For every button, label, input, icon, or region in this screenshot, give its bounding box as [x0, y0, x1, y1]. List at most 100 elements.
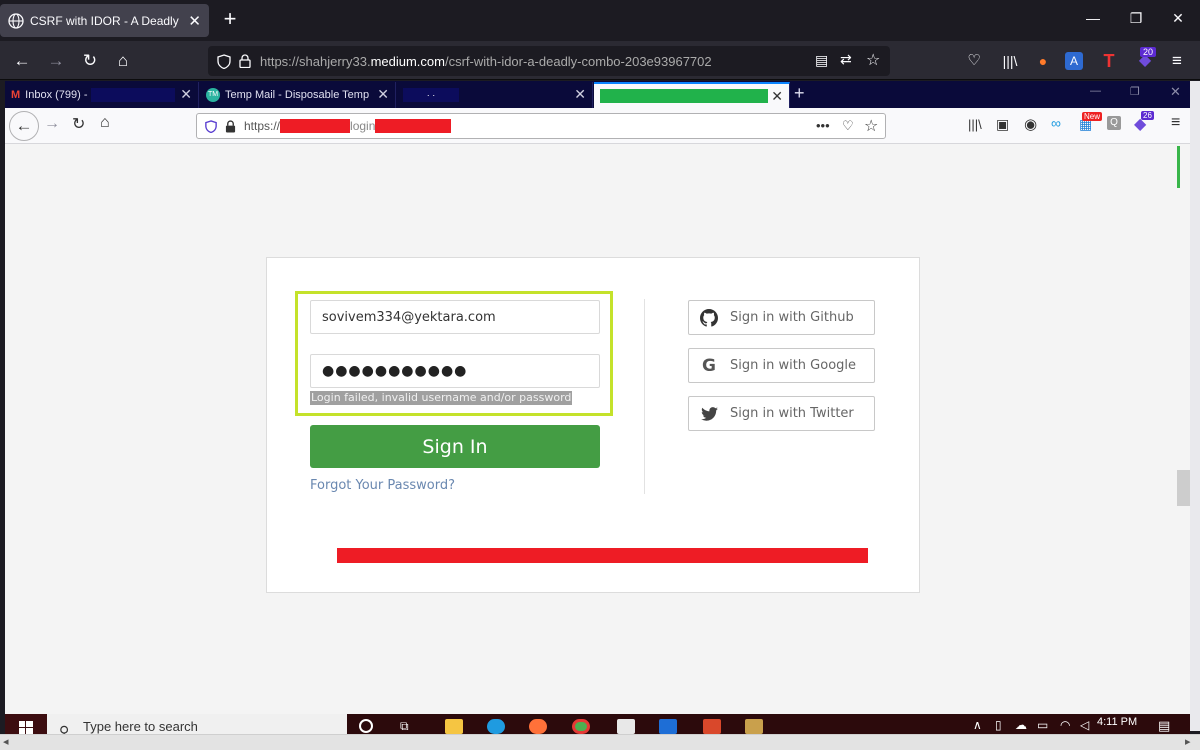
pocket-icon[interactable]: ♡ [963, 50, 985, 72]
tray-chevron-icon[interactable]: ∧ [973, 718, 982, 732]
forward-arrow-icon[interactable]: → [44, 115, 60, 133]
inner-tab-tempmail[interactable]: TM Temp Mail - Disposable Tempo ✕ [200, 82, 396, 108]
more-actions-icon[interactable]: ••• [816, 118, 830, 133]
reload-icon[interactable]: ↻ [79, 50, 101, 72]
close-tab-icon[interactable]: ✕ [771, 88, 783, 105]
mail-icon[interactable] [659, 719, 677, 734]
home-icon[interactable]: ⌂ [100, 114, 110, 132]
forgot-password-link[interactable]: Forgot Your Password? [310, 478, 455, 493]
document-icon[interactable] [617, 719, 635, 734]
restore-icon[interactable]: ❐ [1126, 10, 1146, 27]
close-window-icon[interactable]: ✕ [1168, 10, 1188, 27]
library-icon[interactable]: |||\ [999, 50, 1021, 72]
redacted-block [600, 89, 768, 103]
app-icon[interactable] [703, 719, 721, 734]
inner-nav-bar: ← → ↻ ⌂ https:// login ••• ♡ ☆ |||\ ▣ ◉ … [5, 108, 1190, 144]
shield-icon[interactable] [217, 53, 231, 69]
menu-icon[interactable]: ≡ [1171, 114, 1180, 132]
sign-in-google-button[interactable]: G Sign in with Google [688, 348, 875, 383]
home-icon[interactable]: ⌂ [112, 50, 134, 72]
extension-fox-icon[interactable]: ● [1032, 50, 1054, 72]
taskbar-clock[interactable]: 4:11 PM [1097, 716, 1137, 728]
back-arrow-icon[interactable]: ← [9, 111, 39, 141]
translate-extension-icon[interactable]: A [1065, 52, 1083, 70]
outer-tab-title: CSRF with IDOR - A Deadly Combo [30, 13, 182, 28]
login-error-message: Login failed, invalid username and/or pa… [310, 391, 573, 405]
tray-cloud-icon[interactable]: ☁ [1015, 718, 1027, 732]
close-window-icon[interactable]: ✕ [1170, 84, 1181, 100]
extension-t-icon[interactable]: T [1098, 50, 1120, 72]
reload-icon[interactable]: ↻ [72, 114, 85, 134]
new-tab-button[interactable]: + [794, 83, 805, 104]
inner-tab-inbox[interactable]: M Inbox (799) - ✕ [5, 82, 199, 108]
close-tab-icon[interactable]: ✕ [188, 12, 201, 30]
outer-tab-active[interactable]: CSRF with IDOR - A Deadly Combo ✕ [0, 4, 209, 37]
url-domain: medium.com [370, 53, 445, 69]
redacted-block [337, 548, 868, 563]
restore-icon[interactable]: ❐ [1130, 85, 1140, 98]
pocket-icon[interactable]: ♡ [842, 118, 854, 134]
twitter-icon [698, 403, 720, 425]
url-scheme: https:// [244, 119, 281, 133]
start-button[interactable] [5, 714, 47, 734]
account-icon[interactable]: ◉ [1024, 115, 1037, 133]
close-tab-icon[interactable]: ✕ [180, 86, 192, 103]
windows-icon [19, 721, 33, 734]
outer-url-bar[interactable]: https://shahjerry33. medium.com/csrf-with… [208, 46, 890, 76]
search-icon: ⚲ [59, 723, 70, 734]
bookmark-star-icon[interactable]: ☆ [864, 116, 878, 136]
file-explorer-icon[interactable] [445, 719, 463, 734]
wifi-icon[interactable]: ◠ [1060, 718, 1070, 732]
url-path: login [350, 119, 376, 133]
reader-view-icon[interactable]: ▤ [815, 52, 828, 69]
tray-device-icon[interactable]: ▯ [995, 718, 1002, 732]
scrollbar-track[interactable] [1175, 144, 1190, 730]
paint-icon[interactable] [745, 719, 763, 734]
inner-url-bar[interactable]: https:// login ••• ♡ ☆ [196, 113, 886, 139]
library-icon[interactable]: |||\ [968, 117, 982, 132]
minimize-icon[interactable]: — [1090, 85, 1101, 97]
scroll-left-icon[interactable]: ◂ [3, 735, 9, 748]
close-tab-icon[interactable]: ✕ [574, 86, 586, 103]
task-view-icon[interactable]: ⧉ [400, 719, 418, 734]
shield-icon[interactable] [205, 119, 217, 133]
sign-in-twitter-button[interactable]: Sign in with Twitter [688, 396, 875, 431]
sidebar-icon[interactable]: ▣ [996, 116, 1009, 133]
scroll-right-icon[interactable]: ▸ [1185, 735, 1191, 748]
extension-infinity-icon[interactable]: ∞ [1051, 115, 1061, 131]
translate-icon[interactable]: ⇄ [840, 51, 852, 68]
close-tab-icon[interactable]: ✕ [377, 86, 389, 103]
firefox-icon[interactable] [529, 719, 547, 734]
battery-icon[interactable]: ▭ [1037, 718, 1048, 732]
password-field[interactable]: ●●●●●●●●●●● [310, 354, 600, 388]
email-field[interactable]: sovivem334@yektara.com [310, 300, 600, 334]
outer-tab-bar: CSRF with IDOR - A Deadly Combo ✕ + — ❐ … [0, 0, 1200, 41]
bookmark-star-icon[interactable]: ☆ [866, 50, 880, 70]
minimize-icon[interactable]: — [1083, 10, 1103, 26]
volume-icon[interactable]: ◁ [1080, 718, 1089, 732]
back-arrow-icon[interactable]: ← [11, 50, 33, 72]
inner-tab-bar: M Inbox (799) - ✕ TM Temp Mail - Disposa… [5, 81, 1195, 108]
edge-icon[interactable] [487, 719, 505, 734]
extension-q-icon[interactable]: Q [1107, 116, 1121, 130]
horizontal-scrollbar[interactable]: ◂ ▸ [0, 734, 1200, 750]
notification-icon[interactable]: ▤ [1158, 718, 1170, 734]
divider [644, 299, 645, 494]
gmail-icon: M [11, 89, 21, 101]
taskbar-search-input[interactable]: ⚲ Type here to search [47, 714, 347, 734]
chrome-icon[interactable] [572, 719, 590, 734]
new-tab-button[interactable]: + [220, 8, 240, 30]
forward-arrow-icon[interactable]: → [45, 50, 67, 72]
inner-tab-active[interactable]: ✕ [594, 82, 790, 108]
new-badge: New [1082, 112, 1103, 121]
scrollbar-thumb[interactable] [1177, 470, 1190, 506]
inner-tab-redacted[interactable]: · · ✕ [397, 82, 593, 108]
sign-in-button[interactable]: Sign In [310, 425, 600, 468]
extension-badge: 26 [1141, 111, 1154, 120]
google-icon: G [702, 355, 716, 376]
sign-in-github-button[interactable]: Sign in with Github [688, 300, 875, 335]
cortana-icon[interactable] [359, 719, 373, 733]
url-path: /csrf-with-idor-a-deadly-combo-203e93967… [444, 53, 712, 69]
social-label: Sign in with Twitter [730, 406, 854, 421]
menu-icon[interactable]: ≡ [1166, 50, 1188, 72]
